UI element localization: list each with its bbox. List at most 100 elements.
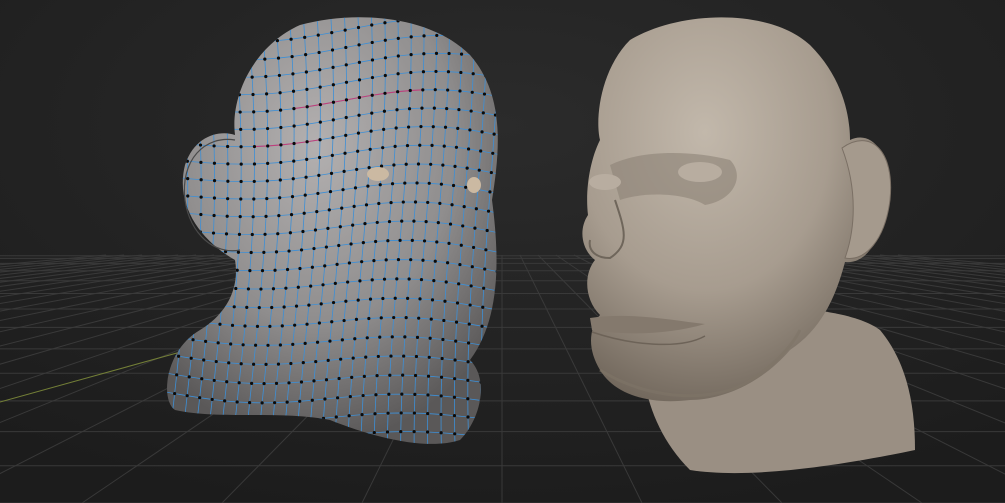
mesh-vertex (226, 179, 230, 183)
mesh-vertex (312, 246, 316, 251)
mesh-vertex (435, 33, 439, 38)
mesh-vertex (357, 95, 361, 100)
mesh-vertex (386, 239, 390, 243)
mesh-vertex (315, 210, 319, 214)
mesh-vertex (245, 305, 249, 309)
mesh-vertex (339, 357, 343, 361)
mesh-vertex (378, 183, 382, 187)
mesh-vertex (389, 354, 393, 358)
mesh-vertex (491, 151, 495, 155)
mesh-vertex (370, 93, 374, 97)
mesh-vertex (379, 316, 383, 320)
3d-viewport[interactable] (0, 0, 1005, 503)
mesh-vertex (212, 179, 217, 183)
mesh-vertex (317, 173, 321, 177)
mesh-vertex (458, 89, 462, 93)
mesh-vertex (318, 102, 322, 107)
mesh-vertex (422, 52, 426, 56)
mesh-vertex (305, 87, 309, 91)
mesh-vertex (304, 53, 308, 57)
mesh-vertex (298, 399, 302, 403)
mesh-vertex (349, 242, 353, 246)
mesh-vertex (278, 91, 282, 95)
mesh-vertex (328, 189, 333, 194)
mesh-vertex (461, 224, 465, 228)
mesh-vertex (173, 391, 177, 396)
mesh-vertex (418, 297, 422, 301)
left-head-eye (467, 177, 481, 193)
mesh-vertex (387, 392, 391, 396)
mesh-vertex (447, 51, 451, 56)
mesh-vertex (466, 397, 470, 401)
mesh-vertex (252, 110, 256, 114)
mesh-vertex (415, 335, 420, 339)
mesh-vertex (309, 284, 313, 288)
mesh-vertex (239, 362, 243, 366)
mesh-vertex (175, 373, 179, 377)
mesh-vertex (344, 299, 348, 303)
mesh-vertex (273, 268, 277, 272)
mesh-vertex (466, 378, 470, 382)
mesh-vertex (356, 298, 360, 302)
mesh-vertex (376, 354, 380, 359)
mesh-vertex (250, 75, 254, 79)
mesh-vertex (451, 183, 456, 188)
mesh-vertex (386, 411, 390, 415)
mesh-vertex (468, 128, 472, 132)
mesh-vertex (271, 287, 276, 291)
mesh-vertex (248, 269, 252, 273)
mesh-vertex (263, 57, 267, 61)
mesh-vertex (352, 204, 356, 208)
viewport-canvas[interactable] (0, 0, 1005, 503)
mesh-vertex (484, 248, 488, 252)
mesh-vertex (227, 361, 231, 365)
mesh-vertex (459, 70, 463, 75)
mesh-vertex (294, 304, 299, 308)
mesh-vertex (191, 338, 195, 342)
mesh-vertex (252, 362, 256, 366)
mesh-vertex (344, 133, 348, 137)
mesh-vertex (266, 144, 270, 148)
mesh-vertex (439, 375, 444, 379)
mesh-vertex (443, 125, 448, 129)
mesh-vertex (338, 225, 342, 229)
mesh-vertex (351, 356, 355, 360)
mesh-vertex (384, 258, 388, 262)
mesh-vertex (265, 109, 269, 113)
mesh-vertex (303, 35, 307, 39)
mesh-vertex (211, 231, 216, 235)
mesh-vertex (303, 193, 307, 197)
mesh-vertex (453, 377, 457, 381)
mesh-vertex (383, 38, 387, 42)
mesh-vertex (278, 196, 282, 200)
mesh-vertex (469, 109, 473, 113)
mesh-vertex (223, 399, 227, 403)
mesh-vertex (317, 50, 321, 55)
mesh-vertex (226, 197, 230, 201)
mesh-vertex (364, 203, 369, 207)
mesh-vertex (447, 241, 451, 246)
mesh-vertex (421, 88, 425, 92)
mesh-vertex (241, 343, 245, 347)
mesh-vertex (307, 303, 311, 307)
mesh-vertex (367, 316, 371, 321)
mesh-vertex (434, 69, 438, 74)
mesh-vertex (250, 232, 254, 237)
mesh-vertex (346, 280, 350, 284)
mesh-vertex (218, 322, 222, 326)
mesh-vertex (236, 250, 241, 254)
mesh-vertex (466, 415, 470, 419)
mesh-vertex (318, 85, 322, 89)
mesh-vertex (268, 324, 272, 328)
mesh-vertex (331, 135, 335, 140)
mesh-vertex (427, 181, 431, 185)
mesh-vertex (400, 219, 404, 223)
mesh-vertex (442, 318, 446, 323)
mesh-vertex (407, 107, 412, 111)
mesh-vertex (381, 146, 385, 150)
mesh-vertex (334, 415, 338, 419)
mesh-vertex (303, 341, 307, 345)
mesh-vertex (440, 356, 444, 361)
mesh-vertex (186, 194, 190, 198)
mesh-vertex (434, 51, 439, 55)
